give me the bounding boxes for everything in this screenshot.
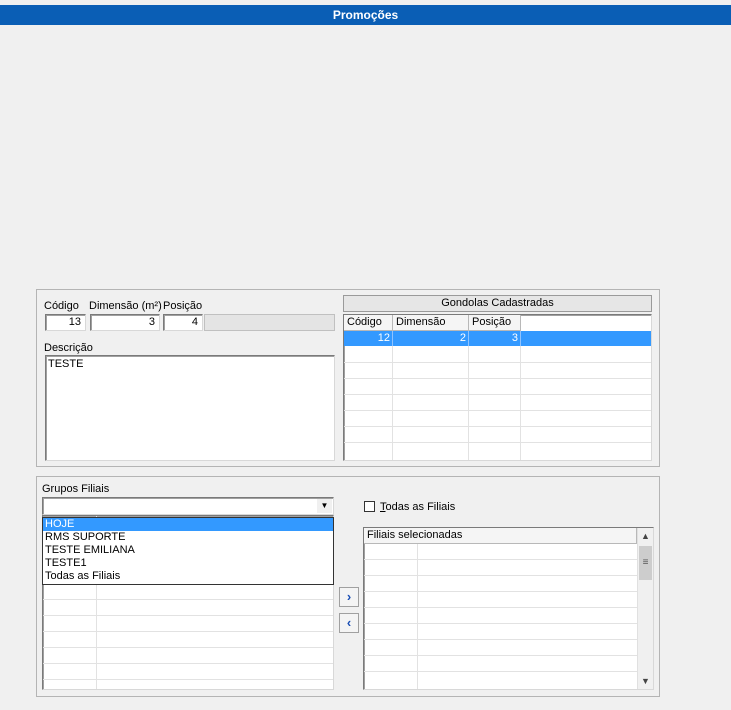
scroll-down-icon[interactable]: ▼	[638, 673, 653, 689]
scrollbar[interactable]: ▲ ≡ ▼	[637, 528, 653, 689]
grupos-filiais-label: Grupos Filiais	[42, 483, 110, 495]
readonly-field	[204, 314, 335, 331]
dropdown-option[interactable]: HOJE	[43, 518, 333, 531]
dimensao-input[interactable]: 3	[90, 314, 160, 331]
dropdown-option[interactable]: TESTE1	[43, 557, 333, 570]
gondola-panel: Código Dimensão (m²) Posição 13 3 4 Desc…	[36, 289, 660, 467]
gondolas-grid[interactable]: Código Dimensão (m²) Posição 12 2 3	[343, 314, 652, 461]
remove-filial-button[interactable]: ‹	[339, 613, 359, 633]
table-row[interactable]: 12 2 3	[344, 331, 651, 346]
col-header-dimensao[interactable]: Dimensão (m²)	[393, 315, 469, 342]
dropdown-option[interactable]: TESTE EMILIANA	[43, 544, 333, 557]
posicao-input[interactable]: 4	[163, 314, 203, 331]
add-filial-button[interactable]: ›	[339, 587, 359, 607]
todas-filiais-checkbox[interactable]	[364, 501, 375, 512]
todas-filiais-label[interactable]: Todas as Filiais	[380, 501, 455, 513]
cell-posicao: 3	[469, 331, 521, 346]
descricao-text: TESTE	[48, 358, 84, 370]
dropdown-arrow-icon[interactable]: ▼	[317, 499, 332, 513]
cell-dimensao: 2	[393, 331, 469, 346]
scroll-up-icon[interactable]: ▲	[638, 528, 653, 544]
col-header-posicao[interactable]: Posição	[469, 315, 521, 331]
grupos-filiais-dropdown[interactable]: HOJE RMS SUPORTE TESTE EMILIANA TESTE1 T…	[42, 517, 334, 585]
scroll-thumb[interactable]: ≡	[639, 546, 652, 580]
descricao-label: Descrição	[44, 342, 93, 354]
dropdown-option[interactable]: Todas as Filiais	[43, 570, 333, 583]
dropdown-option[interactable]: RMS SUPORTE	[43, 531, 333, 544]
filiais-selecionadas-header: Filiais selecionadas	[364, 528, 637, 544]
posicao-label: Posição	[163, 300, 203, 312]
col-header-codigo[interactable]: Código	[344, 315, 393, 331]
dimensao-label: Dimensão (m²)	[89, 300, 162, 312]
filiais-panel: Grupos Filiais ▼ HOJE RMS SUPORTE TESTE …	[36, 476, 660, 697]
todas-filiais-label-rest: odas as Filiais	[385, 501, 456, 513]
descricao-textarea[interactable]: TESTE	[45, 355, 335, 461]
window-title: Promoções	[0, 5, 731, 25]
codigo-label: Código	[44, 300, 79, 312]
codigo-input[interactable]: 13	[45, 314, 86, 331]
filiais-selecionadas-list[interactable]: Filiais selecionadas ▲ ≡ ▼	[363, 527, 654, 690]
grupos-filiais-select[interactable]: ▼	[42, 497, 334, 515]
cell-codigo: 12	[344, 331, 393, 346]
gondolas-grid-title: Gondolas Cadastradas	[343, 295, 652, 312]
